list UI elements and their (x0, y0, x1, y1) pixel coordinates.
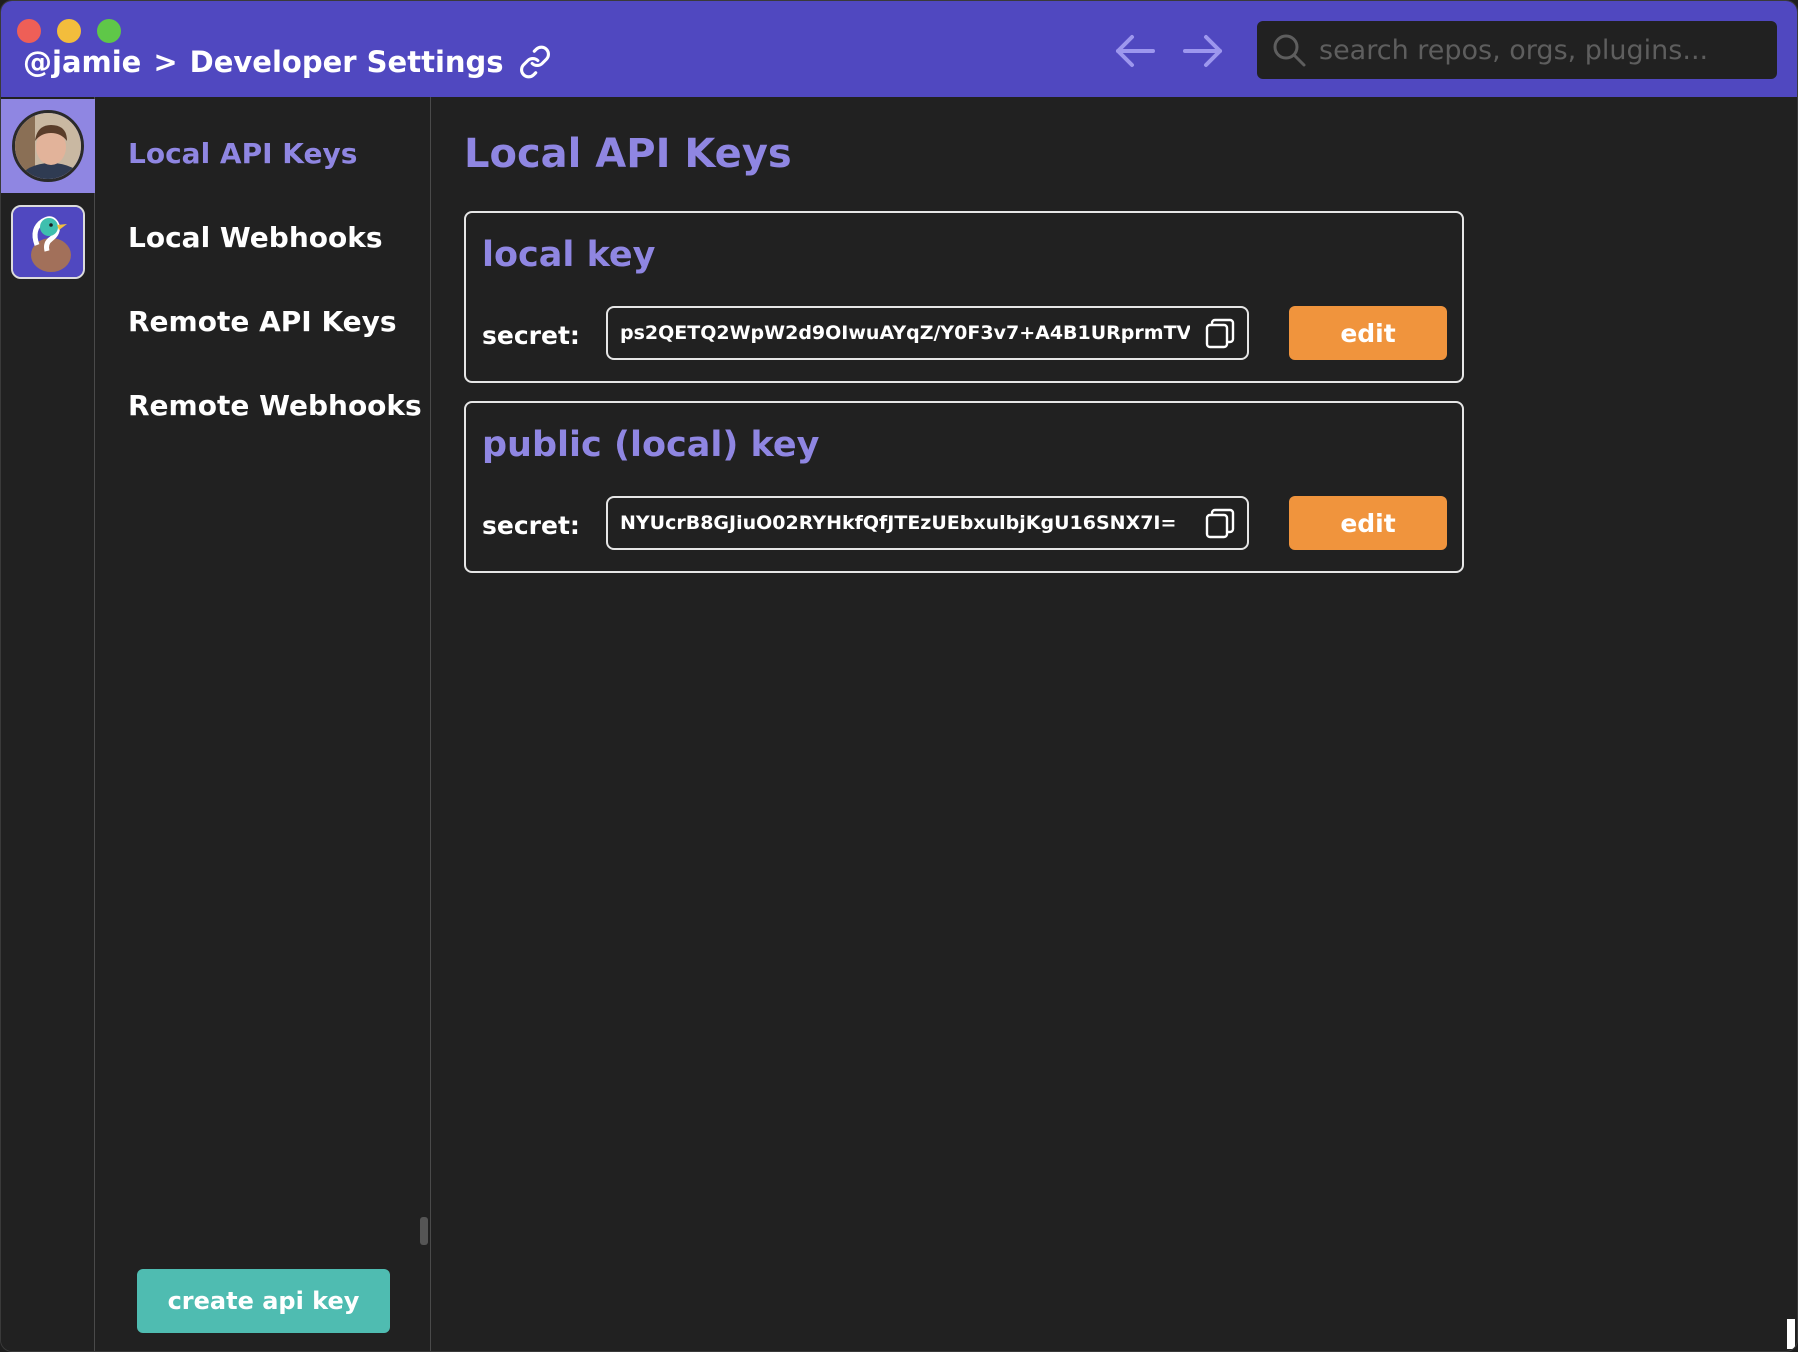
window-resize-handle[interactable] (1787, 1319, 1795, 1349)
breadcrumb: @jamie > Developer Settings (23, 43, 552, 81)
api-key-name: local key (482, 235, 656, 275)
secret-label: secret: (482, 511, 580, 540)
app-window: @jamie > Developer Settings search repos… (0, 0, 1798, 1352)
search-input[interactable] (1319, 34, 1759, 66)
sidebar-item-remote-api-keys[interactable]: Remote API Keys (128, 305, 397, 338)
duck-logo-icon (11, 205, 85, 279)
rail-item-org[interactable] (1, 195, 95, 289)
secret-value[interactable]: ps2QETQ2WpW2d9OIwuAYqZ/Y0F3v7+A4B1URprmT… (620, 322, 1190, 344)
edit-key-button[interactable]: edit (1289, 306, 1447, 360)
breadcrumb-user[interactable]: @jamie (23, 45, 141, 79)
secret-field[interactable]: NYUcrB8GJiuO02RYHkfQfJTEzUEbxulbjKgU16SN… (606, 496, 1249, 550)
settings-sidebar: Local API Keys Local Webhooks Remote API… (96, 97, 431, 1351)
copy-icon[interactable] (1203, 507, 1237, 541)
main-content: Local API Keys local key secret: ps2QETQ… (432, 97, 1797, 1351)
sidebar-item-local-webhooks[interactable]: Local Webhooks (128, 221, 383, 254)
page-title: Local API Keys (464, 131, 792, 177)
arrow-right-icon (1183, 35, 1222, 67)
back-button[interactable] (1111, 29, 1159, 73)
breadcrumb-separator: > (153, 45, 178, 79)
title-bar: @jamie > Developer Settings (1, 1, 1797, 97)
secret-label: secret: (482, 321, 580, 350)
avatar (12, 110, 84, 182)
api-key-name: public (local) key (482, 425, 820, 465)
edit-key-button[interactable]: edit (1289, 496, 1447, 550)
sidebar-scrollbar[interactable] (420, 1217, 428, 1245)
secret-value[interactable]: NYUcrB8GJiuO02RYHkfQfJTEzUEbxulbjKgU16SN… (620, 512, 1190, 534)
secret-field[interactable]: ps2QETQ2WpW2d9OIwuAYqZ/Y0F3v7+A4B1URprmT… (606, 306, 1249, 360)
sidebar-item-local-api-keys[interactable]: Local API Keys (128, 137, 357, 170)
maximize-window-button[interactable] (97, 19, 121, 43)
rail-item-user[interactable] (1, 99, 95, 193)
arrow-left-icon (1116, 35, 1155, 67)
sidebar-item-remote-webhooks[interactable]: Remote Webhooks (128, 389, 422, 422)
breadcrumb-section: Developer Settings (189, 45, 504, 79)
org-rail (1, 97, 95, 1351)
link-icon[interactable] (518, 45, 552, 79)
close-window-button[interactable] (17, 19, 41, 43)
api-key-card: local key secret: ps2QETQ2WpW2d9OIwuAYqZ… (464, 211, 1464, 383)
create-api-key-button[interactable]: create api key (137, 1269, 390, 1333)
api-key-card: public (local) key secret: NYUcrB8GJiuO0… (464, 401, 1464, 573)
search-bar[interactable] (1257, 21, 1777, 79)
copy-icon[interactable] (1203, 317, 1237, 351)
minimize-window-button[interactable] (57, 19, 81, 43)
search-icon (1273, 34, 1306, 67)
forward-button[interactable] (1179, 29, 1227, 73)
